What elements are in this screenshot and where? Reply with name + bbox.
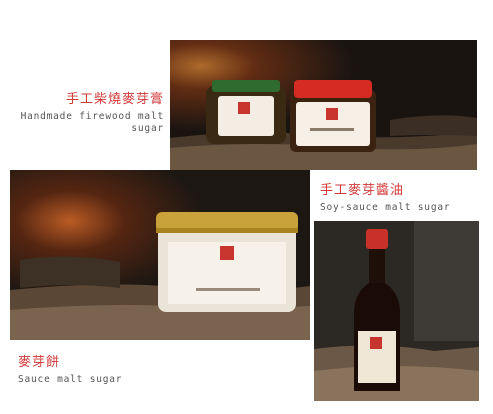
product-name-en: Sauce malt sugar	[18, 374, 123, 385]
product-name-zh: 手工柴燒麥芽膏	[65, 92, 164, 107]
photo-soy-sauce-bottle	[314, 221, 479, 401]
large-jar	[290, 80, 376, 152]
caption-malt-cake: 麥芽餅 Sauce malt sugar	[18, 355, 218, 386]
photo-malt-jars	[170, 40, 477, 170]
caption-soy-sauce: 手工麥芽醬油 Soy-sauce malt sugar	[320, 183, 480, 214]
product-name-zh: 手工麥芽醬油	[320, 183, 405, 198]
product-name-en: Handmade firewood malt sugar	[20, 111, 164, 134]
small-jar	[206, 80, 286, 144]
photo-malt-cake-tin	[10, 170, 310, 340]
product-name-zh: 麥芽餅	[18, 355, 61, 370]
malt-cake-tin	[156, 212, 298, 312]
caption-firewood-malt: 手工柴燒麥芽膏 Handmade firewood malt sugar	[14, 92, 164, 135]
product-name-en: Soy-sauce malt sugar	[320, 202, 451, 213]
